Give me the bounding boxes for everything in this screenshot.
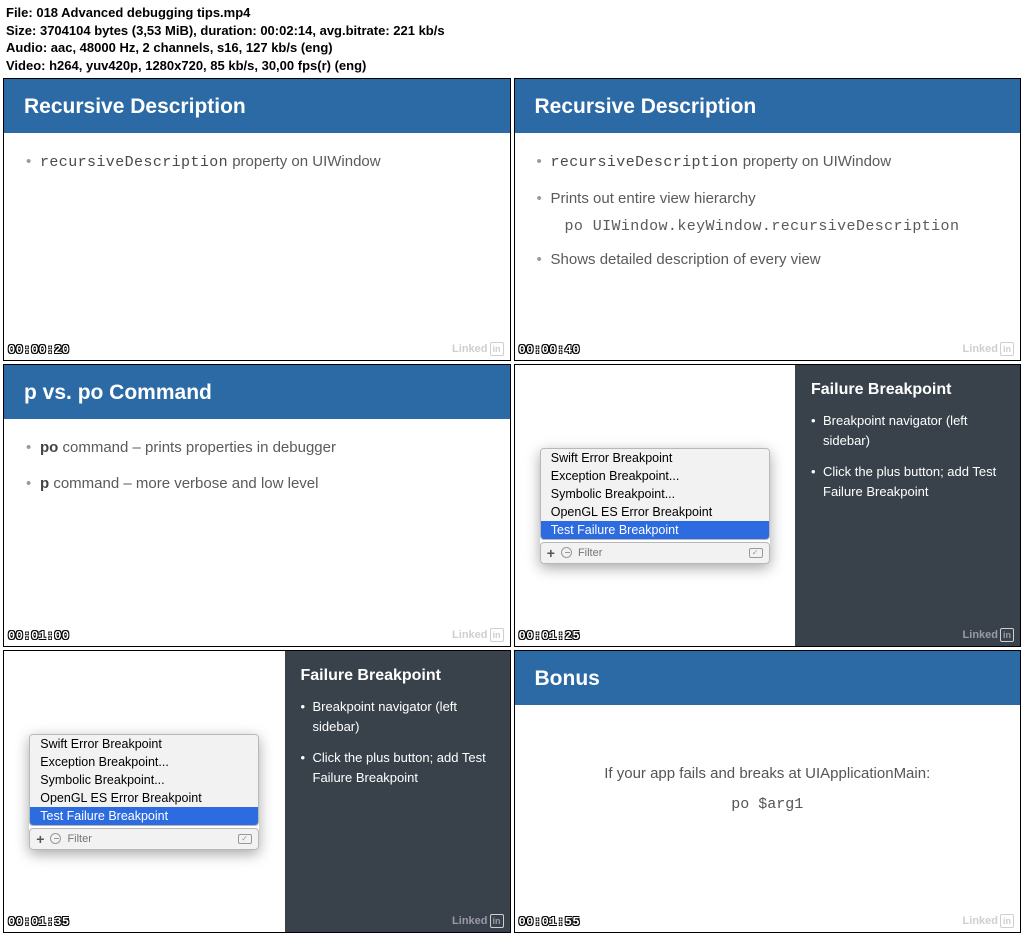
timestamp: 00:00:40 [519, 343, 581, 357]
slide-title: p vs. po Command [4, 365, 510, 419]
timestamp: 00:00:20 [8, 343, 70, 357]
plus-icon[interactable]: + [36, 831, 44, 847]
side-panel: Failure Breakpoint Breakpoint navigator … [285, 651, 510, 932]
timestamp: 00:01:35 [8, 915, 70, 929]
bullet: recursiveDescription property on UIWindo… [26, 151, 488, 174]
menu-item-selected[interactable]: Test Failure Breakpoint [541, 521, 769, 539]
check-icon[interactable] [238, 834, 252, 844]
filter-icon[interactable] [561, 547, 572, 558]
bullet: Prints out entire view hierarchy [537, 188, 999, 210]
breakpoint-footer: + [540, 542, 770, 564]
timestamp: 00:01:25 [519, 629, 581, 643]
panel-title: Failure Breakpoint [811, 381, 1004, 399]
bullet: Shows detailed description of every view [537, 249, 999, 271]
check-icon[interactable] [749, 548, 763, 558]
linkedin-logo: Linkedin [452, 628, 503, 642]
bullet: Breakpoint navigator (left sidebar) [301, 697, 494, 736]
bullet: p command – more verbose and low level [26, 473, 488, 495]
breakpoint-footer: + [29, 828, 259, 850]
linkedin-logo: Linkedin [963, 628, 1014, 642]
panel-title: Failure Breakpoint [301, 667, 494, 685]
filter-icon[interactable] [50, 833, 61, 844]
bullet: Click the plus button; add Test Failure … [301, 748, 494, 787]
menu-item[interactable]: Swift Error Breakpoint [541, 449, 769, 467]
menu-item[interactable]: Symbolic Breakpoint... [30, 771, 258, 789]
code-line: po UIWindow.keyWindow.recursiveDescripti… [537, 218, 999, 235]
thumb-5: Swift Error Breakpoint Exception Breakpo… [3, 650, 511, 933]
slide-title: Recursive Description [4, 79, 510, 133]
filter-input[interactable] [578, 547, 743, 559]
menu-item[interactable]: OpenGL ES Error Breakpoint [30, 789, 258, 807]
thumb-6: Bonus If your app fails and breaks at UI… [514, 650, 1022, 933]
bonus-text: If your app fails and breaks at UIApplic… [515, 765, 1021, 782]
thumbnail-grid: Recursive Description recursiveDescripti… [0, 78, 1024, 933]
filter-input[interactable] [67, 833, 232, 845]
breakpoint-menu[interactable]: Swift Error Breakpoint Exception Breakpo… [29, 734, 259, 850]
menu-item[interactable]: Exception Breakpoint... [541, 467, 769, 485]
thumb-4: Swift Error Breakpoint Exception Breakpo… [514, 364, 1022, 647]
thumb-1: Recursive Description recursiveDescripti… [3, 78, 511, 361]
menu-item[interactable]: OpenGL ES Error Breakpoint [541, 503, 769, 521]
menu-item[interactable]: Symbolic Breakpoint... [541, 485, 769, 503]
bullet: po command – prints properties in debugg… [26, 437, 488, 459]
side-panel: Failure Breakpoint Breakpoint navigator … [795, 365, 1020, 646]
slide-title: Recursive Description [515, 79, 1021, 133]
timestamp: 00:01:00 [8, 629, 70, 643]
linkedin-logo: Linkedin [452, 342, 503, 356]
file-metadata: File: 018 Advanced debugging tips.mp4 Si… [0, 0, 1024, 78]
thumb-2: Recursive Description recursiveDescripti… [514, 78, 1022, 361]
linkedin-logo: Linkedin [963, 342, 1014, 356]
bullet: recursiveDescription property on UIWindo… [537, 151, 999, 174]
breakpoint-menu[interactable]: Swift Error Breakpoint Exception Breakpo… [540, 448, 770, 564]
menu-item[interactable]: Swift Error Breakpoint [30, 735, 258, 753]
timestamp: 00:01:55 [519, 915, 581, 929]
menu-item-selected[interactable]: Test Failure Breakpoint [30, 807, 258, 825]
slide-title: Bonus [515, 651, 1021, 705]
bullet: Breakpoint navigator (left sidebar) [811, 411, 1004, 450]
thumb-3: p vs. po Command po command – prints pro… [3, 364, 511, 647]
plus-icon[interactable]: + [547, 545, 555, 561]
menu-item[interactable]: Exception Breakpoint... [30, 753, 258, 771]
code-line: po $arg1 [515, 796, 1021, 813]
linkedin-logo: Linkedin [963, 914, 1014, 928]
linkedin-logo: Linkedin [452, 914, 503, 928]
bullet: Click the plus button; add Test Failure … [811, 462, 1004, 501]
